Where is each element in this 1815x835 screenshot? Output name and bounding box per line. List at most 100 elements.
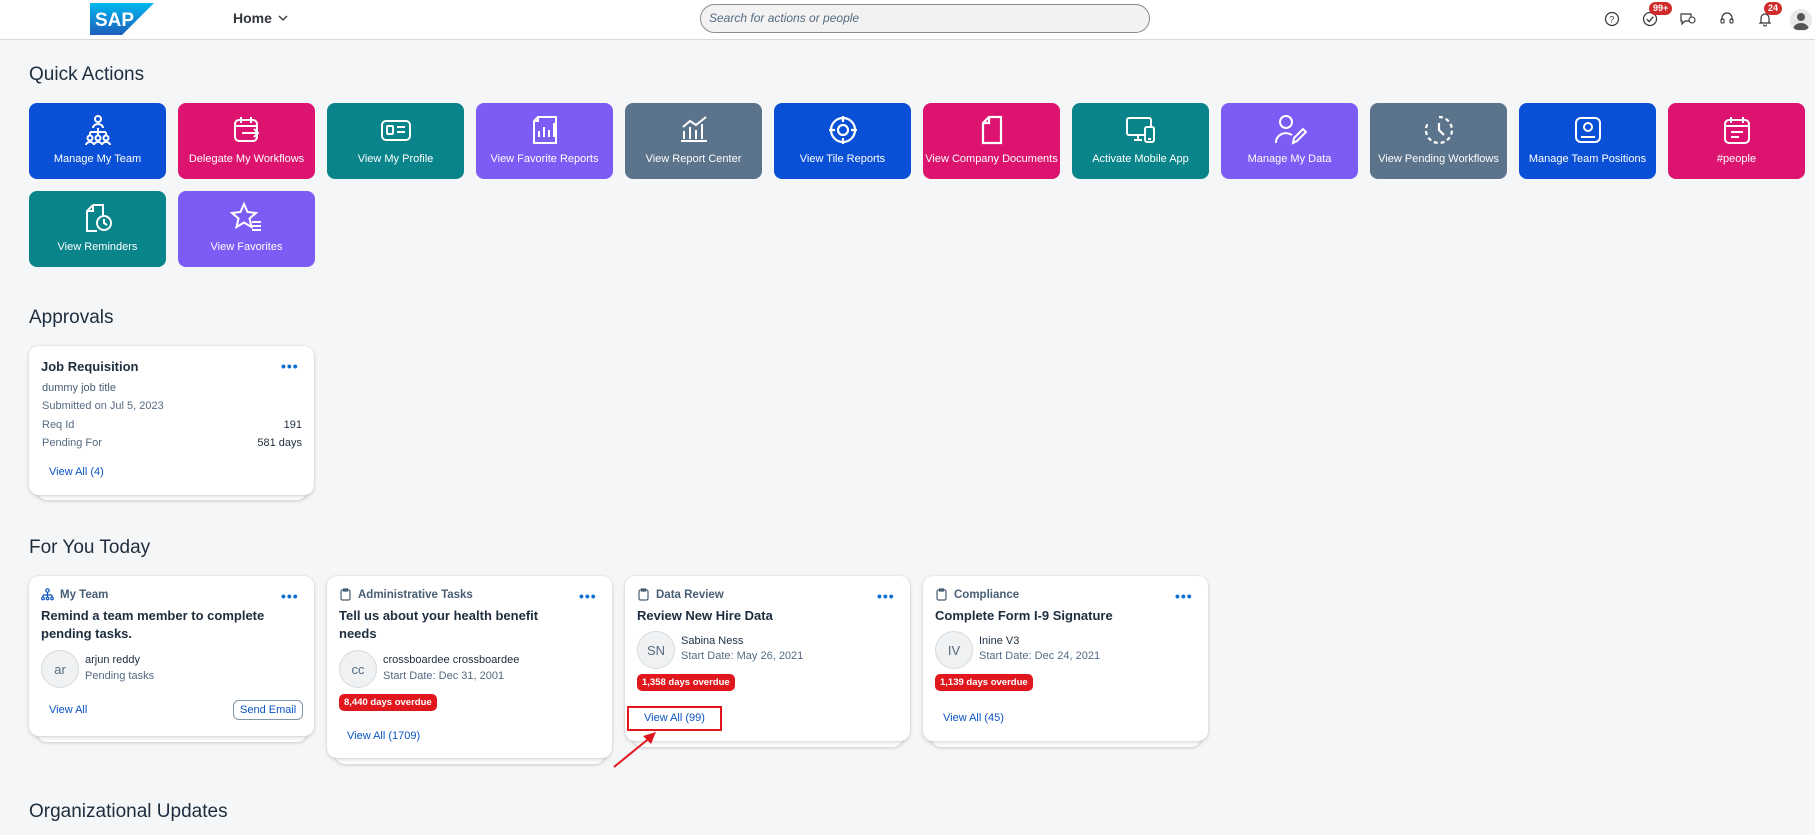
send-email-button[interactable]: Send Email [233,700,304,720]
overdue-badge: 8,440 days overdue [339,694,437,711]
approval-submitted: Submitted on Jul 5, 2023 [42,400,164,412]
clipboard-icon [638,588,649,601]
approvals-title: Approvals [29,307,114,328]
view-all-admin-tasks-link[interactable]: View All (1709) [347,730,420,742]
person-detail: Start Date: Dec 24, 2021 [979,650,1101,662]
tile-label: View Pending Workflows [1378,153,1499,165]
delegate-calendar-icon [233,117,259,142]
person-name: Sabina Ness [681,635,744,647]
view-all-approvals-link[interactable]: View All (4) [49,466,104,478]
todo-card-compliance[interactable]: Compliance ••• Complete Form I-9 Signatu… [923,576,1208,741]
tile-people[interactable]: #people [1668,103,1805,179]
favorite-reports-icon [532,116,557,144]
tile-activate-mobile-app[interactable]: Activate Mobile App [1072,103,1209,179]
person-name: crossboardee crossboardee [383,654,520,666]
approval-title: Job Requisition [41,359,139,374]
feedback-icon[interactable] [1677,8,1699,30]
card-category: Administrative Tasks [339,588,473,601]
tile-view-company-documents[interactable]: View Company Documents [923,103,1060,179]
search-field[interactable] [700,4,1150,33]
tile-label: View Reminders [57,241,138,253]
tile-view-favorite-reports[interactable]: View Favorite Reports [476,103,613,179]
card-category: Compliance [935,588,1019,601]
more-options-icon[interactable]: ••• [877,588,895,604]
tile-label: View Tile Reports [799,153,886,165]
notifications-bell-icon[interactable]: 24 [1754,2,1783,30]
approval-card-job-requisition[interactable]: Job Requisition ••• dummy job title Subm… [29,346,314,495]
more-options-icon[interactable]: ••• [579,588,597,604]
card-title-line1: Remind a team member to complete [41,608,265,623]
search-input[interactable] [709,11,1141,25]
pending-for-value: 581 days [257,437,302,449]
person-detail: Start Date: May 26, 2021 [681,650,804,662]
tile-label: View Favorite Reports [490,153,599,165]
target-icon [828,116,857,144]
tile-manage-my-team[interactable]: Manage My Team [29,103,166,179]
card-title-line2: needs [339,626,377,641]
todo-card-my-team[interactable]: My Team ••• Remind a team member to comp… [29,576,314,736]
quick-actions-title: Quick Actions [29,64,145,85]
tasks-icon[interactable]: 99+ [1639,2,1673,30]
person-avatar: SN [637,631,675,669]
todo-card-administrative-tasks[interactable]: Administrative Tasks ••• Tell us about y… [327,576,612,758]
req-id-value: 191 [283,419,302,431]
tile-view-pending-workflows[interactable]: View Pending Workflows [1370,103,1507,179]
person-avatar: cc [339,650,377,688]
card-title-line2: pending tasks. [41,626,133,641]
star-list-icon [229,201,261,231]
more-options-icon[interactable]: ••• [281,358,299,374]
tasks-badge: 99+ [1649,2,1673,15]
tile-view-tile-reports[interactable]: View Tile Reports [774,103,911,179]
overdue-badge: 1,358 days overdue [637,674,735,691]
overdue-badge: 1,139 days overdue [935,674,1033,691]
approval-subtitle: dummy job title [42,382,116,394]
person-avatar: IV [935,631,973,669]
person-avatar: ar [41,650,79,688]
card-category: My Team [41,588,108,601]
document-icon [981,115,1002,145]
arrow-annotation-icon [613,732,656,768]
card-title-line1: Review New Hire Data [637,608,773,623]
person-detail: Start Date: Dec 31, 2001 [383,670,505,682]
team-icon [84,115,111,146]
tile-label: Manage Team Positions [1528,153,1647,165]
tile-delegate-my-workflows[interactable]: Delegate My Workflows [178,103,315,179]
person-name: Inine V3 [979,635,1020,647]
svg-text:?: ? [1609,15,1614,25]
team-small-icon [41,588,54,601]
more-options-icon[interactable]: ••• [1175,588,1193,604]
tile-label: View Favorites [210,241,283,253]
person-detail: Pending tasks [85,670,155,682]
notifications-badge: 24 [1764,2,1783,15]
tile-label: View Company Documents [925,153,1058,165]
tile-view-favorites[interactable]: View Favorites [178,191,315,267]
tile-label: #people [1716,153,1757,165]
mobile-device-icon [1125,117,1155,143]
shell-bar: SAP Home ? 99+ 24 [0,0,1815,40]
calendar-list-icon [1723,117,1750,144]
clipboard-icon [936,588,947,601]
edit-person-icon [1274,115,1307,145]
tile-label: View My Profile [357,153,434,165]
more-options-icon[interactable]: ••• [281,588,299,604]
tile-manage-my-data[interactable]: Manage My Data [1221,103,1358,179]
card-title-line1: Tell us about your health benefit [339,608,539,623]
organizational-updates-title: Organizational Updates [29,801,228,822]
tile-view-reminders[interactable]: View Reminders [29,191,166,267]
help-icon[interactable]: ? [1601,8,1623,30]
profile-card-icon [380,120,411,141]
tile-view-my-profile[interactable]: View My Profile [327,103,464,179]
tile-manage-team-positions[interactable]: Manage Team Positions [1519,103,1656,179]
position-badge-icon [1574,117,1601,143]
pending-clock-icon [1424,115,1453,145]
report-chart-icon [680,116,707,142]
home-menu[interactable]: Home [233,10,288,26]
sap-logo[interactable]: SAP [90,3,154,35]
view-all-compliance-link[interactable]: View All (45) [943,712,1004,724]
tile-label: Manage My Data [1247,153,1332,165]
user-avatar[interactable] [1790,9,1812,31]
tile-view-report-center[interactable]: View Report Center [625,103,762,179]
card-category: Data Review [637,588,724,601]
headset-icon[interactable] [1716,8,1738,30]
view-all-my-team-link[interactable]: View All [49,704,87,716]
